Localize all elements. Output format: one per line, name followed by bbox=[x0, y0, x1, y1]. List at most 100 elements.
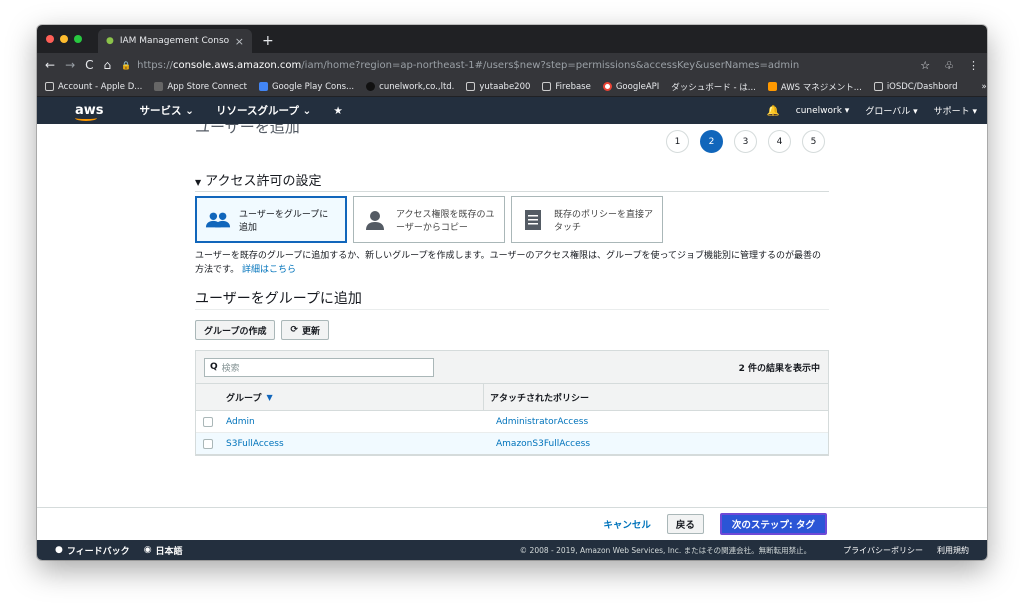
close-window-button[interactable] bbox=[46, 35, 54, 43]
tab-strip: ● IAM Management Console × + bbox=[37, 25, 987, 53]
browser-tab[interactable]: ● IAM Management Console × bbox=[98, 29, 252, 53]
speech-bubble-icon: ● bbox=[55, 545, 63, 555]
bookmarks-bar: Account - Apple D... App Store Connect G… bbox=[37, 77, 987, 97]
google-icon bbox=[602, 82, 612, 91]
table-row[interactable]: S3FullAccess AmazonS3FullAccess bbox=[196, 433, 828, 455]
section-header[interactable]: ▼ アクセス許可の設定 bbox=[195, 170, 829, 192]
extension-icon[interactable]: ♧ bbox=[944, 59, 954, 72]
group-name-link[interactable]: S3FullAccess bbox=[220, 433, 484, 454]
policy-link[interactable]: AmazonS3FullAccess bbox=[484, 439, 590, 449]
step-2[interactable]: 2 bbox=[700, 130, 723, 153]
users-group-icon bbox=[205, 208, 231, 232]
back-button[interactable]: 戻る bbox=[666, 514, 704, 534]
url-host: console.aws.amazon.com bbox=[172, 59, 302, 71]
search-icon: Q bbox=[210, 362, 218, 372]
aws-top-nav: aws サービス ⌄ リソースグループ ⌄ ★ 🔔 cunelwork ▾ グロ… bbox=[37, 97, 987, 124]
table-header: グループ ▼ アタッチされたポリシー bbox=[196, 383, 828, 411]
refresh-button[interactable]: ⟳ 更新 bbox=[281, 320, 330, 340]
create-group-button[interactable]: グループの作成 bbox=[195, 320, 276, 340]
more-bookmarks-button[interactable]: » bbox=[982, 82, 987, 92]
description-text: ユーザーを既存のグループに追加するか、新しいグループを作成します。ユーザーのアク… bbox=[195, 249, 829, 277]
table-row[interactable]: Admin AdministratorAccess bbox=[196, 411, 828, 433]
search-input[interactable]: Q 検索 bbox=[204, 357, 434, 377]
bookmark-item[interactable]: AWS マネジメント... bbox=[767, 81, 862, 93]
resource-groups-menu[interactable]: リソースグループ ⌄ bbox=[216, 103, 311, 118]
star-icon[interactable]: ☆ bbox=[920, 59, 930, 72]
bookmark-item[interactable]: Google Play Cons... bbox=[258, 82, 354, 92]
option-attach-policy[interactable]: 既存のポリシーを直接アタッチ bbox=[511, 196, 663, 243]
main-content: ユーザーを追加 1 2 3 4 5 ▼ アクセス許可の設定 ユーザーをグループに追… bbox=[37, 124, 987, 507]
bookmark-item[interactable]: ダッシュボード - は... bbox=[671, 81, 756, 93]
search-placeholder: 検索 bbox=[221, 363, 240, 374]
wizard-steps: 1 2 3 4 5 bbox=[666, 130, 825, 153]
result-count: 2 件の結果を表示中 bbox=[738, 363, 820, 374]
feedback-link[interactable]: ● フィードバック bbox=[55, 544, 130, 557]
aws-cube-icon bbox=[767, 82, 777, 91]
terms-link[interactable]: 利用規約 bbox=[937, 545, 969, 556]
bookmark-item[interactable]: GoogleAPI bbox=[602, 82, 659, 92]
policy-link[interactable]: AdministratorAccess bbox=[484, 417, 588, 427]
row-checkbox[interactable] bbox=[203, 416, 213, 427]
bookmark-item[interactable]: yutaabe200 bbox=[466, 82, 530, 92]
bookmark-item[interactable]: App Store Connect bbox=[154, 82, 247, 92]
minimize-window-button[interactable] bbox=[60, 35, 68, 43]
bookmark-item[interactable]: iOSDC/Dashbord bbox=[873, 82, 958, 92]
tab-title: IAM Management Console bbox=[119, 36, 229, 46]
group-name-link[interactable]: Admin bbox=[220, 411, 484, 432]
privacy-link[interactable]: プライバシーポリシー bbox=[843, 545, 923, 556]
page-icon bbox=[542, 82, 552, 91]
step-4[interactable]: 4 bbox=[768, 130, 791, 153]
reload-icon[interactable]: C bbox=[85, 58, 93, 72]
copyright: © 2008 - 2019, Amazon Web Services, Inc.… bbox=[519, 545, 812, 555]
section-title: アクセス許可の設定 bbox=[205, 174, 322, 189]
bell-icon[interactable]: 🔔 bbox=[767, 104, 780, 117]
step-1[interactable]: 1 bbox=[666, 130, 689, 153]
table-toolbar: Q 検索 2 件の結果を表示中 bbox=[196, 351, 828, 383]
language-link[interactable]: ◉ 日本語 bbox=[144, 544, 183, 557]
option-add-to-group[interactable]: ユーザーをグループに追加 bbox=[195, 196, 347, 243]
user-menu[interactable]: cunelwork ▾ bbox=[796, 106, 850, 116]
googleplay-icon bbox=[258, 82, 268, 91]
home-icon[interactable]: ⌂ bbox=[104, 58, 112, 72]
page-title: ユーザーを追加 bbox=[195, 124, 300, 136]
sort-down-icon: ▼ bbox=[266, 392, 273, 402]
option-label: ユーザーをグループに追加 bbox=[239, 209, 329, 233]
browser-toolbar: ← → C ⌂ 🔒 https://console.aws.amazon.com… bbox=[37, 53, 987, 77]
option-label: 既存のポリシーを直接アタッチ bbox=[554, 209, 654, 233]
learn-more-link[interactable]: 詳細はこちら bbox=[242, 265, 296, 275]
bookmark-item[interactable]: cunelwork,co.,ltd. bbox=[366, 82, 454, 92]
cancel-link[interactable]: キャンセル bbox=[603, 517, 651, 531]
lock-icon: 🔒 bbox=[121, 60, 132, 70]
region-menu[interactable]: グローバル ▾ bbox=[865, 104, 917, 117]
step-3[interactable]: 3 bbox=[734, 130, 757, 153]
aws-logo[interactable]: aws bbox=[75, 103, 104, 121]
user-icon bbox=[362, 208, 388, 232]
support-menu[interactable]: サポート ▾ bbox=[934, 104, 977, 117]
option-copy-permissions[interactable]: アクセス権限を既存のユーザーからコピー bbox=[353, 196, 505, 243]
globe-icon: ◉ bbox=[143, 545, 152, 555]
bookmark-item[interactable]: Account - Apple D... bbox=[45, 82, 142, 92]
bookmark-item[interactable]: Firebase bbox=[542, 82, 591, 92]
button-row: グループの作成 ⟳ 更新 bbox=[195, 320, 829, 340]
refresh-icon: ⟳ bbox=[290, 325, 299, 335]
wizard-actions: キャンセル 戻る 次のステップ: タグ bbox=[37, 507, 987, 540]
menu-dots-icon[interactable]: ⋮ bbox=[968, 59, 979, 72]
maximize-window-button[interactable] bbox=[74, 35, 82, 43]
row-checkbox[interactable] bbox=[203, 438, 213, 449]
address-bar[interactable]: 🔒 https://console.aws.amazon.com/iam/hom… bbox=[121, 60, 910, 71]
back-arrow-icon[interactable]: ← bbox=[45, 58, 55, 72]
column-group[interactable]: グループ ▼ bbox=[220, 384, 484, 410]
option-label: アクセス権限を既存のユーザーからコピー bbox=[396, 209, 495, 233]
forward-arrow-icon[interactable]: → bbox=[65, 58, 75, 72]
browser-window: ● IAM Management Console × + ← → C ⌂ 🔒 h… bbox=[37, 25, 987, 560]
close-tab-icon[interactable]: × bbox=[235, 35, 244, 48]
step-5[interactable]: 5 bbox=[802, 130, 825, 153]
console-footer: ● フィードバック ◉ 日本語 © 2008 - 2019, Amazon Web … bbox=[37, 540, 987, 560]
next-step-button[interactable]: 次のステップ: タグ bbox=[719, 513, 827, 535]
groups-table: Q 検索 2 件の結果を表示中 グループ ▼ アタッチされたポリシー Admin … bbox=[195, 350, 829, 456]
new-tab-button[interactable]: + bbox=[262, 33, 274, 49]
page-icon bbox=[45, 82, 54, 91]
services-menu[interactable]: サービス ⌄ bbox=[140, 103, 194, 118]
subheading: ユーザーをグループに追加 bbox=[195, 288, 829, 310]
pin-icon[interactable]: ★ bbox=[333, 105, 342, 117]
